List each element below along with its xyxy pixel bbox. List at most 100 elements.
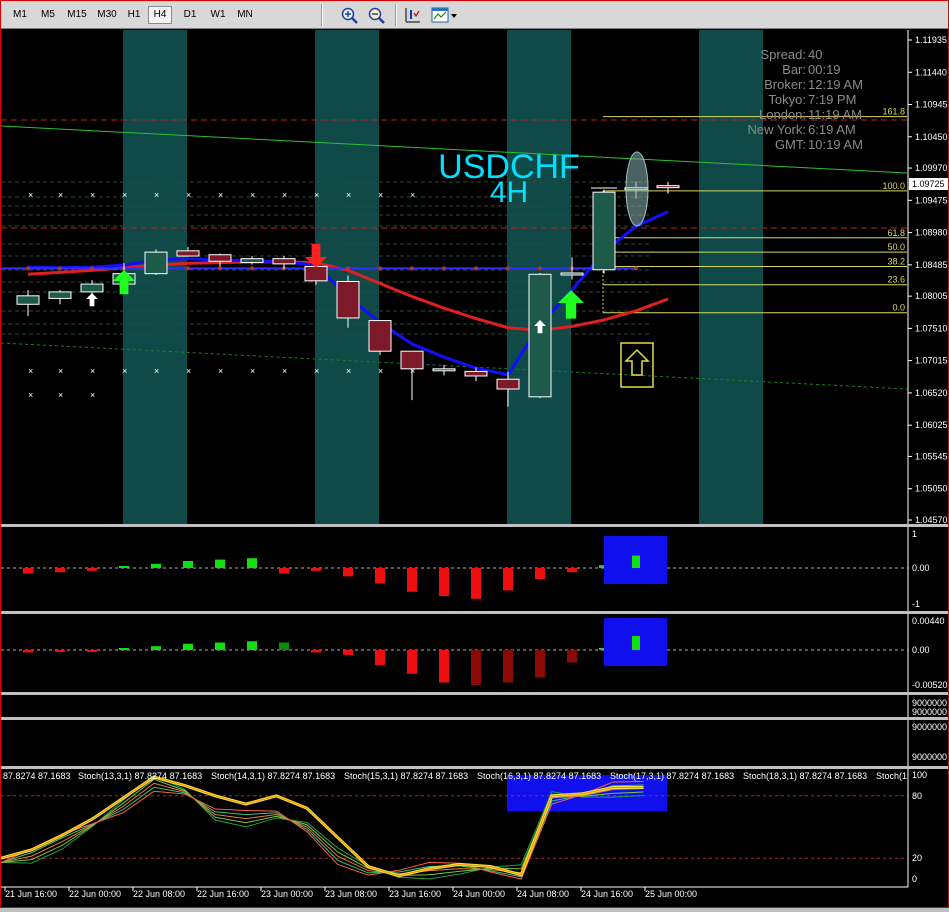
stoch-axis-label: 100 xyxy=(912,770,927,780)
x-marker: × xyxy=(154,190,159,200)
histogram-bar xyxy=(375,650,385,665)
candle-body xyxy=(496,378,520,390)
histogram-bar xyxy=(471,650,481,685)
zoom-in-button[interactable] xyxy=(338,5,360,25)
indicators-icon xyxy=(405,8,420,23)
level-dot xyxy=(346,266,350,271)
candle-body xyxy=(336,280,360,319)
tf-h4-button[interactable]: H4 xyxy=(148,6,172,24)
info-panel: Spread: 40Bar: 00:19Broker: 12:19 AMTokyo: 7… xyxy=(747,47,862,152)
tf-m30-button[interactable]: M30 xyxy=(93,6,121,24)
price-axis-label: 1.06025 xyxy=(915,420,948,430)
histogram-bar xyxy=(247,641,257,650)
histogram-bar xyxy=(343,568,353,577)
indicators-button[interactable] xyxy=(402,5,424,25)
time-axis-label: 23 Jun 08:00 xyxy=(325,889,377,899)
stoch-label: Stoch(17,3,1) 87.8274 87.1683 xyxy=(610,771,734,781)
main-price-pane[interactable]: 161.8 100.0 61.8 50.0 38.2 23.6 0.0 × × × × × × × × × ×… xyxy=(0,30,948,525)
x-marker: × xyxy=(346,190,351,200)
axis-label: 0.00440 xyxy=(912,616,945,626)
info-value: 00:19 xyxy=(808,62,841,77)
time-axis-label: 24 Jun 08:00 xyxy=(517,889,569,899)
empty-indicator-pane-2[interactable]: 9000000 9000000 xyxy=(1,720,948,768)
tf-h1-button[interactable]: H1 xyxy=(122,6,146,24)
candle-body xyxy=(272,258,296,265)
histogram-1-chart: 1 0.00 -1 xyxy=(1,527,930,611)
histogram-bar xyxy=(311,568,321,571)
tf-w1-button[interactable]: W1 xyxy=(206,6,230,24)
price-axis-label: 1.09970 xyxy=(915,163,948,173)
info-label: Broker: xyxy=(764,77,806,92)
templates-dropdown[interactable] xyxy=(429,5,459,25)
stoch-label: Stoch(16,3,1) 87.8274 87.1683 xyxy=(477,771,601,781)
empty-indicator-pane-1[interactable]: 9000000 9000000 xyxy=(1,695,948,717)
stochastic-pane[interactable]: 87.8274 87.1683 Stoch(13,3,1) 87.8274 87.… xyxy=(0,769,948,907)
histogram-pane-2[interactable]: 0.00440 0.00 -0.00520 xyxy=(1,614,948,692)
price-axis-label: 1.08005 xyxy=(915,291,948,301)
axis-label: -0.00520 xyxy=(912,680,948,690)
toolbar-separator xyxy=(395,4,397,26)
x-marker: × xyxy=(218,366,223,376)
fib-level-label: 0.0 xyxy=(892,303,905,313)
histogram-bar xyxy=(535,568,545,580)
level-dot xyxy=(506,266,510,271)
x-marker: × xyxy=(122,366,127,376)
tf-m1-button[interactable]: M1 xyxy=(7,6,33,24)
histogram-bar xyxy=(439,650,449,683)
x-marker: × xyxy=(28,366,33,376)
price-chart[interactable]: 161.8 100.0 61.8 50.0 38.2 23.6 0.0 × × × × × × × × × ×… xyxy=(0,30,948,525)
time-axis-label: 25 Jun 00:00 xyxy=(645,889,697,899)
outline-arrow xyxy=(626,350,648,374)
fib-level-label: 100.0 xyxy=(882,181,905,191)
empty-indicator-2: 9000000 9000000 xyxy=(907,720,947,768)
candle-body xyxy=(16,295,40,305)
price-axis-label: 1.05050 xyxy=(915,484,948,494)
info-value: 6:19 AM xyxy=(808,122,856,137)
x-marker: × xyxy=(58,366,63,376)
tf-m5-button[interactable]: M5 xyxy=(35,6,61,24)
info-label: London: xyxy=(759,107,806,122)
price-axis-label: 1.04570 xyxy=(915,515,948,524)
tf-d1-button[interactable]: D1 xyxy=(178,6,202,24)
stoch-axis-label: 80 xyxy=(912,791,922,801)
axis-label: 0.00 xyxy=(912,563,930,573)
histogram-bar xyxy=(87,650,97,652)
level-dot xyxy=(538,266,542,271)
zoom-out-button[interactable] xyxy=(365,5,387,25)
histogram-bar xyxy=(215,642,225,650)
x-marker: × xyxy=(250,366,255,376)
histogram-pane-1[interactable]: 1 0.00 -1 xyxy=(1,527,948,611)
timeframe-toolbar: M1 M5 M15 M30 H1 H4 D1 W1 MN xyxy=(1,1,948,29)
tf-mn-button[interactable]: MN xyxy=(232,6,258,24)
histogram-bar xyxy=(535,650,545,678)
chart-template-icon xyxy=(431,7,457,23)
histogram-bar xyxy=(503,650,513,683)
histogram-bar xyxy=(407,650,417,674)
histogram-bar xyxy=(279,568,289,574)
fib-level-label: 50.0 xyxy=(887,242,905,252)
histogram-bar xyxy=(183,643,193,650)
histogram-bar xyxy=(567,650,577,663)
x-marker: × xyxy=(58,390,63,400)
axis-label: 9000000 xyxy=(912,707,947,717)
histogram-bar xyxy=(55,568,65,573)
histogram-bar xyxy=(87,568,97,571)
x-marker: × xyxy=(28,390,33,400)
x-marker: × xyxy=(90,190,95,200)
candle-body xyxy=(432,368,456,372)
tf-m15-button[interactable]: M15 xyxy=(63,6,91,24)
histogram-bar xyxy=(375,568,385,584)
histogram-bar xyxy=(55,650,65,652)
candle-body xyxy=(368,320,392,352)
toolbar-separator xyxy=(321,4,323,26)
candle-body xyxy=(528,273,552,398)
magnifier-plus-icon xyxy=(341,7,358,24)
info-value: 11:19 AM xyxy=(808,107,862,122)
current-price-label: 1.09725 xyxy=(912,179,945,189)
stoch-label: Stoch(15,3,1) 87.8274 87.1683 xyxy=(344,771,468,781)
stoch-label: Stoch(1 xyxy=(876,771,907,781)
info-label: Spread: xyxy=(760,47,806,62)
histogram-bar xyxy=(567,568,577,573)
price-axis-label: 1.06520 xyxy=(915,388,948,398)
histogram-bar xyxy=(279,642,289,650)
